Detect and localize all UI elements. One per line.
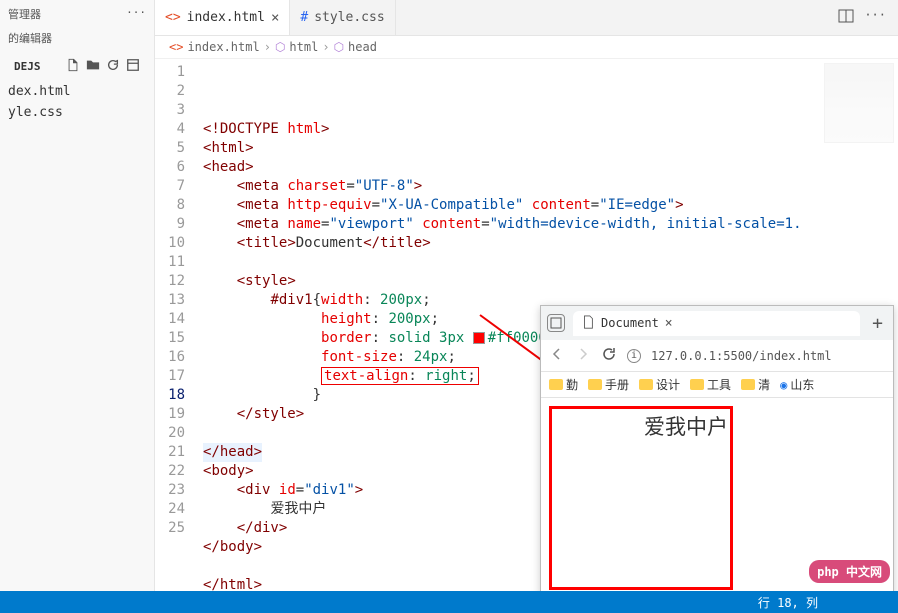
info-icon[interactable]: i xyxy=(627,349,641,363)
tab-bar: <> index.html × # style.css ··· xyxy=(155,0,898,36)
minimap[interactable] xyxy=(824,63,894,143)
rendered-div1: 爱我中户 xyxy=(549,406,733,590)
breadcrumb[interactable]: <> index.html › ⬡ html › ⬡ head xyxy=(155,36,898,59)
status-bar: 行 18, 列 xyxy=(0,591,898,613)
bookmark-item[interactable]: ◉山东 xyxy=(780,376,814,393)
explorer-subtitle: 的编辑器 xyxy=(0,28,154,52)
element-icon: ⬡ xyxy=(334,40,344,54)
tab-label: index.html xyxy=(187,10,265,25)
chevron-right-icon: › xyxy=(322,40,329,54)
new-file-icon[interactable] xyxy=(66,58,80,75)
file-item-css[interactable]: yle.css xyxy=(0,102,154,123)
bookmark-item[interactable]: 手册 xyxy=(588,376,629,393)
tab-style-css[interactable]: # style.css xyxy=(290,0,395,35)
bookmarks-bar: 勤 手册 设计 工具 清 ◉山东 xyxy=(541,372,893,398)
new-folder-icon[interactable] xyxy=(86,58,100,75)
reload-icon[interactable] xyxy=(601,346,617,365)
tab-label: style.css xyxy=(314,10,384,25)
line-gutter: 1234567891011121314151617181920212223242… xyxy=(155,59,203,613)
browser-tab[interactable]: Document × xyxy=(573,311,860,336)
explorer-panel: 管理器 ··· 的编辑器 DEJS dex.html yle.css xyxy=(0,0,155,613)
element-icon: ⬡ xyxy=(275,40,285,54)
css-file-icon: # xyxy=(300,10,308,25)
tab-list-icon[interactable] xyxy=(547,314,565,332)
close-icon[interactable]: × xyxy=(665,316,673,331)
refresh-icon[interactable] xyxy=(106,58,120,75)
back-icon[interactable] xyxy=(549,346,565,365)
more-actions-icon[interactable]: ··· xyxy=(864,8,886,27)
bookmark-item[interactable]: 设计 xyxy=(639,376,680,393)
file-item-html[interactable]: dex.html xyxy=(0,81,154,102)
close-icon[interactable]: × xyxy=(271,10,279,26)
page-icon xyxy=(581,315,595,332)
html-file-icon: <> xyxy=(165,10,181,25)
cursor-position[interactable]: 行 18, 列 xyxy=(758,594,818,611)
bookmark-item[interactable]: 勤 xyxy=(549,376,578,393)
browser-window: Document × + i 127.0.0.1:5500/index.html… xyxy=(540,305,894,595)
html-file-icon: <> xyxy=(169,40,183,54)
forward-icon[interactable] xyxy=(575,346,591,365)
new-tab-icon[interactable]: + xyxy=(868,313,887,334)
address-bar[interactable]: 127.0.0.1:5500/index.html xyxy=(651,349,885,363)
collapse-icon[interactable] xyxy=(126,58,140,75)
more-icon[interactable]: ··· xyxy=(126,6,146,22)
explorer-title: 管理器 xyxy=(8,6,41,22)
split-editor-icon[interactable] xyxy=(838,8,854,27)
bookmark-item[interactable]: 清 xyxy=(741,376,770,393)
bookmark-item[interactable]: 工具 xyxy=(690,376,731,393)
watermark-logo: php 中文网 xyxy=(809,560,890,583)
chevron-right-icon: › xyxy=(264,40,271,54)
browser-tab-title: Document xyxy=(601,316,659,330)
tab-index-html[interactable]: <> index.html × xyxy=(155,0,290,35)
explorer-section: DEJS xyxy=(6,56,58,77)
